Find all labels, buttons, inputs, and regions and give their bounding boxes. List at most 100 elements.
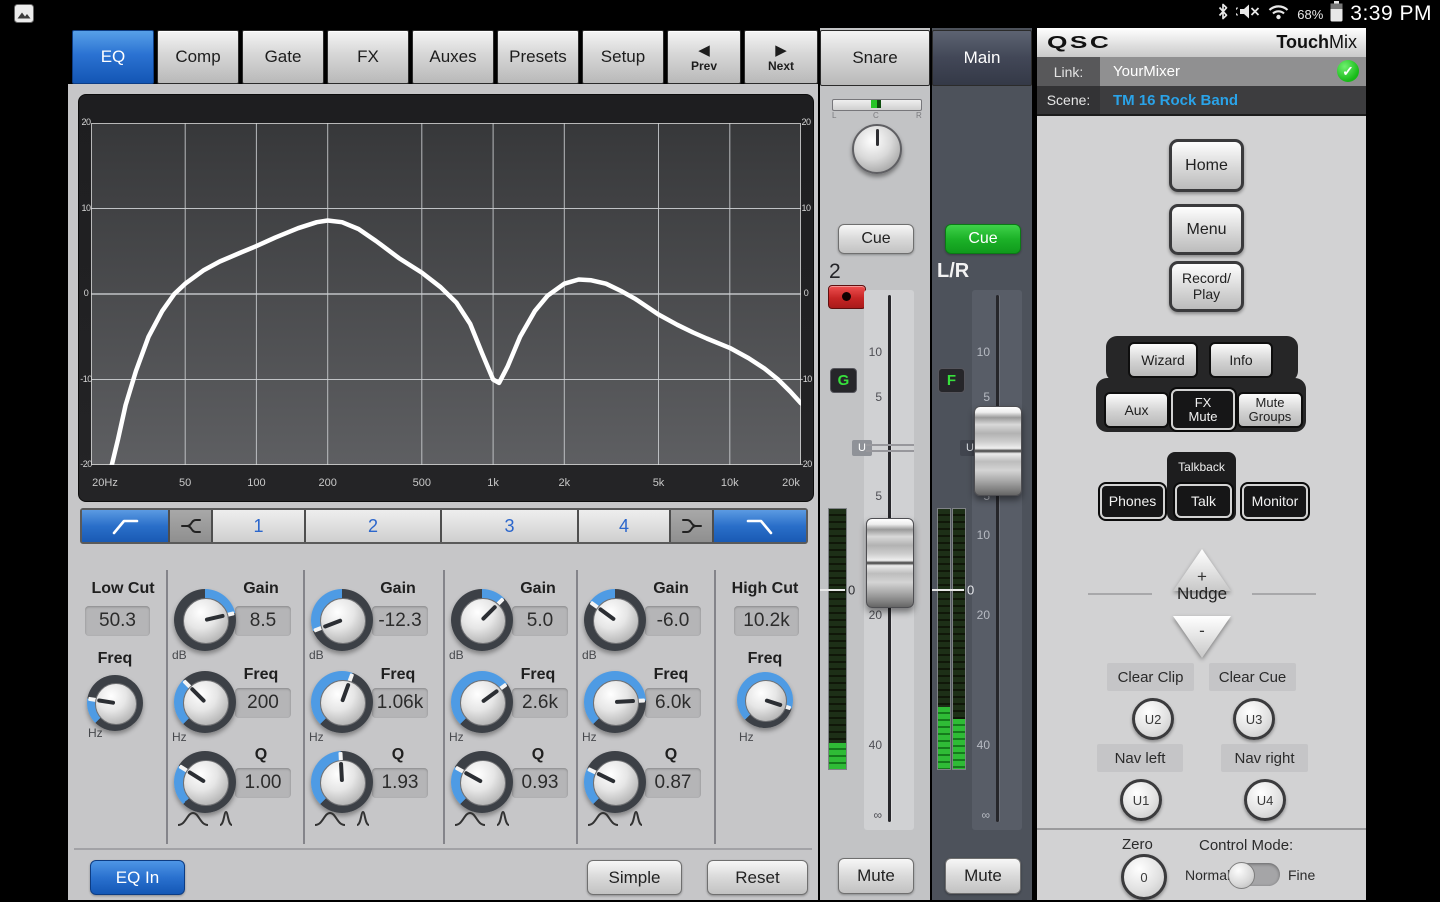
tab-snare[interactable]: Snare [820,30,930,86]
band-4-button[interactable]: 4 [579,510,671,542]
home-button[interactable]: Home [1169,139,1244,192]
clock: 3:39 PM [1350,2,1432,26]
band-1-q-label: Q [228,746,294,764]
main-cue-button[interactable]: Cue [945,224,1021,254]
phones-button[interactable]: Phones [1100,484,1165,519]
high-cut-filter-button[interactable] [714,510,806,542]
tab-eq[interactable]: EQ [72,30,154,84]
tab-gate[interactable]: Gate [242,30,324,84]
mute-groups-button[interactable]: MuteGroups [1237,392,1303,428]
main-meter-zero: 0 [967,583,974,598]
band-4-freq-knob[interactable] [584,671,646,733]
nudge-divider-right [1252,593,1316,595]
band-1-freq-knob[interactable] [174,671,236,733]
x-axis-tick: 1k [487,477,499,489]
band-1-button[interactable]: 1 [213,510,306,542]
pan-knob-pointer [876,129,879,146]
band-2-freq-value: 1.06k [372,688,428,718]
tab-fx[interactable]: FX [327,30,409,84]
band-1-q-width-icons [176,810,238,833]
high-cut-freq-label: Freq [718,650,812,668]
band-2-controls: Gain-12.3dBFreq1.06kHzQ1.93 [303,570,443,844]
info-button[interactable]: Info [1209,342,1273,378]
band-3-gain-knob[interactable] [451,589,513,651]
eq-plot-area[interactable] [91,123,801,465]
fader-scale-tick: 10 [968,528,990,542]
reset-button[interactable]: Reset [707,860,808,895]
column-divider [303,570,305,844]
eq-footer: EQ In Simple Reset [74,848,812,900]
tab-comp[interactable]: Comp [157,30,239,84]
tab-auxes[interactable]: Auxes [412,30,494,84]
main-channel-label: L/R [937,260,969,283]
low-shelf-button[interactable] [170,510,213,542]
snare-meter-zero: 0 [848,583,855,598]
normal-label: Normal [1185,867,1230,883]
simple-button[interactable]: Simple [587,860,682,895]
high-shelf-button[interactable] [671,510,714,542]
next-channel-button[interactable]: ▶Next [744,30,818,84]
fader-scale-tick: ∞ [860,808,882,822]
low-cut-title: Low Cut [80,580,166,598]
band-2-button[interactable]: 2 [306,510,442,542]
band-3-q-knob[interactable] [451,751,513,813]
wizard-button[interactable]: Wizard [1128,342,1198,378]
fader-scale-tick: 5 [860,489,882,503]
record-arm-button[interactable] [828,285,866,309]
band-4-gain-knob[interactable] [584,589,646,651]
talk-button[interactable]: Talk [1175,484,1232,518]
band-4-q-label: Q [638,746,704,764]
band-4-q-width-icons [586,810,648,833]
column-divider [166,570,168,844]
band-4-q-knob[interactable] [584,751,646,813]
prev-channel-button[interactable]: ◀Prev [667,30,741,84]
monitor-button[interactable]: Monitor [1242,484,1308,519]
y-axis-tick: 0 [80,288,92,298]
scene-value[interactable]: TM 16 Rock Band [1113,86,1238,114]
snare-mute-button[interactable]: Mute [838,858,914,894]
x-axis-tick: 5k [653,477,665,489]
eq-in-button[interactable]: EQ In [90,860,185,895]
menu-button[interactable]: Menu [1169,204,1244,255]
nudge-down-button[interactable]: - [1173,616,1231,658]
tab-main[interactable]: Main [932,30,1032,86]
band-2-gain-knob[interactable] [311,589,373,651]
record-play-button[interactable]: Record/Play [1169,261,1244,312]
snare-unity-line [866,444,914,452]
fx-mute-button[interactable]: FXMute [1171,389,1235,430]
wide-bell-icon [588,813,618,825]
panel-header: QSC TouchMix [1037,28,1366,58]
mixer-remote-panel: QSC TouchMix Link: YourMixer ✓ Scene: TM… [1037,28,1366,900]
main-mute-button[interactable]: Mute [945,858,1021,894]
zero-button[interactable]: 0 [1121,854,1167,900]
eq-curve[interactable] [91,123,801,465]
pan-knob[interactable] [852,124,902,174]
snare-cue-button[interactable]: Cue [838,224,914,254]
fader-scale-tick: 5 [860,390,882,404]
band-3-gain-label: Gain [505,580,571,598]
eq-response-graph[interactable]: 2020101000-10-10-20-2020Hz501002005001k2… [78,94,814,502]
high-cut-freq-knob[interactable] [737,672,793,728]
band-2-q-knob[interactable] [311,751,373,813]
band-1-gain-knob[interactable] [174,589,236,651]
user-button-u2[interactable]: U2 [1132,698,1174,740]
low-cut-filter-button[interactable] [82,510,170,542]
band-1-q-knob[interactable] [174,751,236,813]
low-cut-freq-knob[interactable] [87,675,143,731]
status-bar: 68% 3:39 PM [0,0,1440,28]
user-button-u4[interactable]: U4 [1244,779,1286,821]
snare-fader-cap[interactable] [866,518,914,608]
tab-setup[interactable]: Setup [582,30,664,84]
control-mode-toggle[interactable] [1229,863,1280,886]
band-3-button[interactable]: 3 [442,510,579,542]
user-button-u1[interactable]: U1 [1120,779,1162,821]
user-button-u3[interactable]: U3 [1233,698,1275,740]
x-axis-tick: 50 [179,477,191,489]
channel-strip-main: Main Cue L/R F 1055102040∞ U 0 Mute [932,28,1032,900]
tab-presets[interactable]: Presets [497,30,579,84]
aux-button[interactable]: Aux [1104,392,1169,428]
band-2-freq-knob[interactable] [311,671,373,733]
main-fader-cap[interactable] [974,406,1022,496]
pan-slider[interactable] [832,99,922,111]
band-3-freq-knob[interactable] [451,671,513,733]
